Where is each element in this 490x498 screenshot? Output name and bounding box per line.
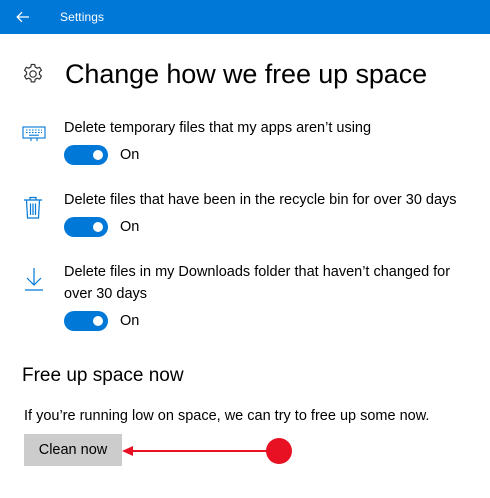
temporary-files-toggle[interactable] <box>64 145 108 165</box>
toggle-knob <box>93 150 103 160</box>
setting-recycle-bin: Delete files that have been in the recyc… <box>0 189 490 243</box>
back-arrow-icon <box>16 11 29 23</box>
toggle-state-label: On <box>120 147 140 163</box>
app-title: Settings <box>60 10 105 24</box>
toggle-state-label: On <box>120 313 140 329</box>
free-up-space-heading: Free up space now <box>22 365 184 386</box>
title-bar: Settings <box>0 0 490 34</box>
gear-icon <box>23 63 43 83</box>
download-icon <box>25 268 43 291</box>
recycle-bin-toggle[interactable] <box>64 217 108 237</box>
toggle-state-label: On <box>120 219 140 235</box>
downloads-toggle[interactable] <box>64 311 108 331</box>
page-title: Change how we free up space <box>65 59 428 89</box>
setting-label: Delete files in my Downloads folder that… <box>64 264 451 302</box>
clean-now-button[interactable]: Clean now <box>24 434 122 466</box>
setting-label: Delete files that have been in the recyc… <box>64 192 457 208</box>
free-up-space-description: If you’re running low on space, we can t… <box>24 408 430 424</box>
setting-label: Delete temporary files that my apps aren… <box>64 120 372 136</box>
page-header: Change how we free up space <box>0 52 490 96</box>
setting-downloads: Delete files in my Downloads folder that… <box>0 261 490 335</box>
keyboard-icon <box>22 126 46 141</box>
setting-temporary-files: Delete temporary files that my apps aren… <box>0 117 490 171</box>
back-button[interactable] <box>0 0 46 34</box>
toggle-knob <box>93 316 103 326</box>
recycle-bin-icon <box>24 196 42 219</box>
toggle-knob <box>93 222 103 232</box>
